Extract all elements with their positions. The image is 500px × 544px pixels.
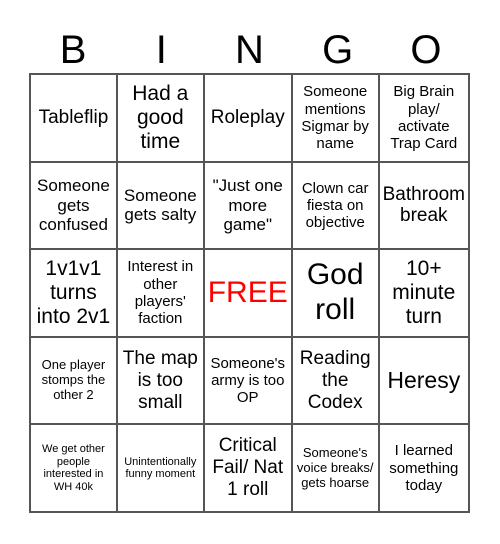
bingo-cell[interactable]: Someone mentions Sigmar by name bbox=[291, 74, 379, 162]
header-letter-o: O bbox=[410, 28, 442, 72]
bingo-cell[interactable]: The map is too small bbox=[116, 336, 204, 425]
bingo-cell[interactable]: Heresy bbox=[378, 336, 469, 425]
bingo-card: Tableflip Had a good time Roleplay Someo… bbox=[29, 73, 470, 513]
bingo-cell[interactable]: Someone gets salty bbox=[116, 161, 204, 250]
bingo-cell[interactable]: I learned something today bbox=[378, 424, 469, 512]
bingo-cell[interactable]: Roleplay bbox=[203, 74, 292, 162]
bingo-cell[interactable]: Clown car fiesta on objective bbox=[291, 161, 379, 250]
bingo-cell[interactable]: Critical Fail/ Nat 1 roll bbox=[203, 424, 292, 512]
header-letter-n: N bbox=[235, 28, 264, 72]
bingo-cell[interactable]: One player stomps the other 2 bbox=[30, 336, 117, 425]
bingo-cell[interactable]: Tableflip bbox=[30, 74, 117, 162]
bingo-cell[interactable]: Someone gets confused bbox=[30, 161, 117, 250]
bingo-cell[interactable]: We get other people interested in WH 40k bbox=[30, 424, 117, 512]
bingo-cell[interactable]: Someone's voice breaks/ gets hoarse bbox=[291, 424, 379, 512]
free-space[interactable]: FREE bbox=[203, 249, 292, 337]
bingo-cell[interactable]: Had a good time bbox=[116, 74, 204, 162]
bingo-cell[interactable]: Bathroom break bbox=[378, 161, 469, 250]
bingo-cell[interactable]: Interest in other players' faction bbox=[116, 249, 204, 337]
bingo-cell[interactable]: Big Brain play/ activate Trap Card bbox=[378, 74, 469, 162]
bingo-cell[interactable]: "Just one more game" bbox=[203, 161, 292, 250]
header-letter-g: G bbox=[322, 28, 354, 72]
bingo-cell[interactable]: Unintentionally funny moment bbox=[116, 424, 204, 512]
bingo-cell[interactable]: 10+ minute turn bbox=[378, 249, 469, 337]
header-letter-b: B bbox=[59, 28, 87, 72]
header-letter-i: I bbox=[155, 28, 167, 72]
bingo-cell[interactable]: Reading the Codex bbox=[291, 336, 379, 425]
bingo-cell[interactable]: 1v1v1 turns into 2v1 bbox=[30, 249, 117, 337]
bingo-cell[interactable]: Someone's army is too OP bbox=[203, 336, 292, 425]
bingo-cell[interactable]: God roll bbox=[291, 249, 379, 337]
bingo-header: B I N G O bbox=[29, 27, 470, 73]
